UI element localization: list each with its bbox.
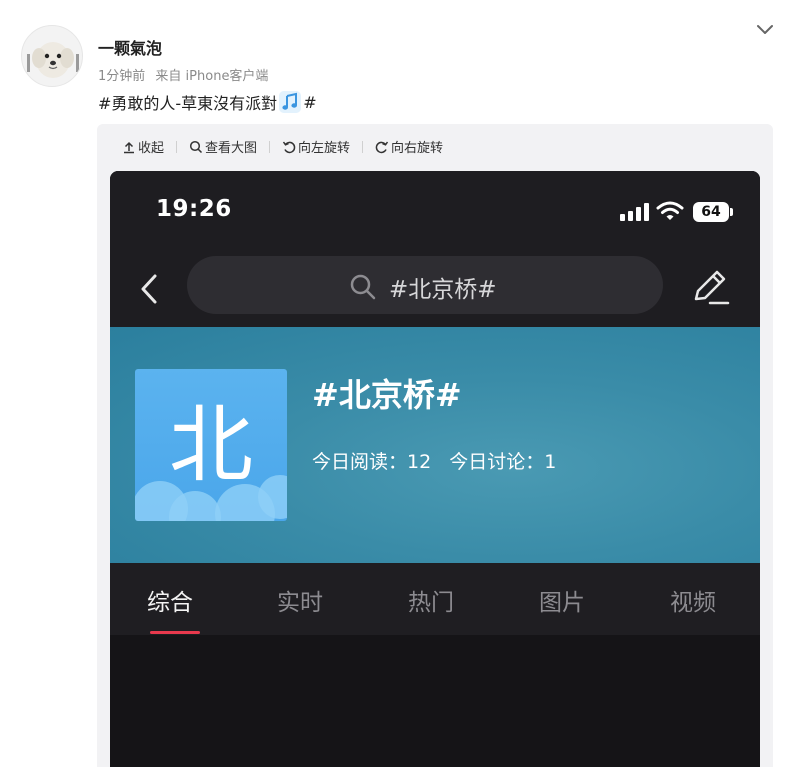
- battery-indicator: 64: [693, 202, 729, 222]
- rotate-right-label: 向右旋转: [391, 141, 444, 156]
- phone-navbar: #北京桥#: [110, 251, 760, 327]
- rotate-right-icon: [375, 141, 389, 153]
- rotate-left-label: 向左旋转: [298, 141, 351, 156]
- post-time[interactable]: 1分钟前: [98, 69, 145, 84]
- topic-discuss-count: 今日讨论：1: [449, 451, 557, 473]
- tab-images[interactable]: 图片: [539, 583, 585, 617]
- search-icon: [350, 274, 376, 300]
- search-icon: [189, 140, 203, 153]
- post-meta: 1分钟前 来自 iPhone客户端: [98, 65, 274, 84]
- phone-screenshot[interactable]: 19:26 64 #北京桥# 北 #北京桥# 今日阅读：12 今日讨论：1 综合…: [110, 171, 760, 767]
- status-bar: 19:26 64: [110, 171, 760, 251]
- post-text: #勇敢的人-草東沒有派對 #: [98, 90, 317, 114]
- signal-icon: [620, 203, 649, 221]
- status-time: 19:26: [156, 196, 232, 222]
- collapse-label: 收起: [138, 141, 165, 156]
- tab-realtime[interactable]: 实时: [277, 583, 323, 617]
- upload-arrow-icon: [124, 141, 134, 153]
- view-large-label: 查看大图: [205, 141, 258, 156]
- search-input[interactable]: #北京桥#: [187, 256, 663, 314]
- battery-nub: [730, 208, 733, 216]
- search-query: #北京桥#: [389, 277, 497, 303]
- topic-stats: 今日阅读：12 今日讨论：1: [312, 447, 568, 474]
- topic-title: #北京桥#: [312, 376, 462, 414]
- view-large-button[interactable]: 查看大图: [189, 137, 257, 156]
- edit-pencil-icon[interactable]: [690, 267, 732, 307]
- post-hashtag-end: #: [303, 92, 317, 112]
- music-note-icon: [279, 91, 302, 113]
- collapse-button[interactable]: 收起: [122, 137, 164, 156]
- username[interactable]: 一颗氣泡: [98, 35, 162, 59]
- wifi-icon: [656, 201, 684, 220]
- divider: [269, 140, 271, 153]
- image-toolbar: 收起 查看大图 向左旋转 向右旋转: [122, 137, 443, 156]
- rotate-left-icon: [282, 141, 296, 153]
- tab-videos[interactable]: 视频: [670, 583, 716, 617]
- active-tab-indicator: [150, 631, 200, 634]
- topic-icon-char: 北: [168, 396, 253, 494]
- post-source: 来自 iPhone客户端: [155, 69, 269, 84]
- divider: [362, 140, 364, 153]
- chevron-down-icon[interactable]: [754, 18, 776, 40]
- post-hashtag[interactable]: #勇敢的人-草東沒有派對: [98, 90, 277, 114]
- topic-banner: 北 #北京桥# 今日阅读：12 今日讨论：1: [110, 327, 760, 563]
- feed-area: [110, 635, 760, 767]
- divider: [176, 140, 178, 153]
- topic-tabs: 综合 实时 热门 图片 视频: [110, 563, 760, 635]
- back-arrow-icon[interactable]: [138, 272, 160, 306]
- topic-read-count: 今日阅读：12: [312, 451, 432, 473]
- tab-hot[interactable]: 热门: [408, 583, 454, 617]
- tab-comprehensive[interactable]: 综合: [147, 583, 193, 617]
- topic-image: 北: [135, 369, 287, 521]
- rotate-right-button[interactable]: 向右旋转: [375, 137, 443, 156]
- rotate-left-button[interactable]: 向左旋转: [282, 137, 350, 156]
- avatar-dog-icon: [27, 42, 79, 78]
- avatar[interactable]: [21, 25, 83, 87]
